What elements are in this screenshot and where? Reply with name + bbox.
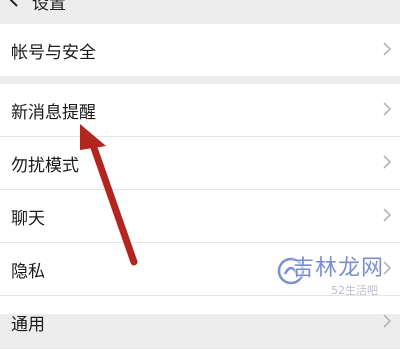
settings-group-account: 帐号与安全 [0, 24, 400, 76]
settings-item-chat[interactable]: 聊天 [0, 190, 400, 243]
chevron-right-icon [383, 42, 392, 56]
chevron-right-icon [383, 208, 392, 222]
settings-item-account-security[interactable]: 帐号与安全 [0, 24, 400, 76]
watermark-text: 吉林龙网 [291, 256, 384, 281]
settings-item-label: 新消息提醒 [11, 103, 96, 123]
top-bar: 设置 [0, 0, 400, 14]
settings-item-label: 勿扰模式 [11, 156, 79, 176]
settings-item-do-not-disturb[interactable]: 勿扰模式 [0, 137, 400, 190]
settings-item-new-message-notifications[interactable]: 新消息提醒 [0, 84, 400, 137]
chevron-left-icon[interactable] [6, 0, 22, 8]
settings-item-label: 通用 [11, 315, 45, 335]
page-title: 设置 [32, 0, 66, 14]
chevron-right-icon [383, 155, 392, 169]
settings-item-label: 隐私 [11, 262, 45, 282]
watermark-subtext: 52生活吧 [331, 284, 378, 297]
settings-item-label: 聊天 [11, 209, 45, 229]
chevron-right-icon [383, 314, 392, 328]
settings-item-label: 帐号与安全 [11, 43, 96, 63]
settings-item-general[interactable]: 通用 [0, 296, 400, 349]
chevron-right-icon [383, 102, 392, 116]
